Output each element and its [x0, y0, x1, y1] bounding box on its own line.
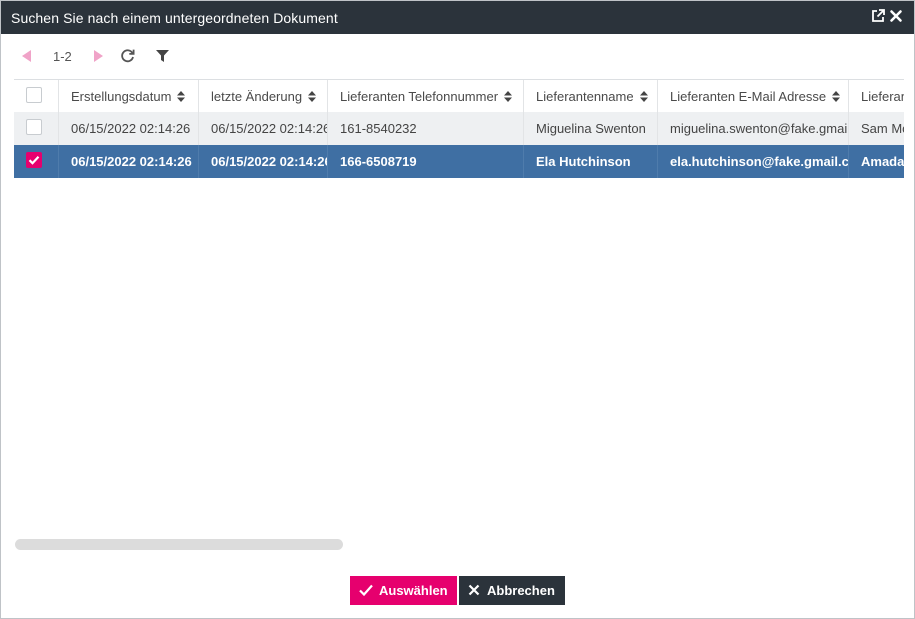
cell-supplier-email: miguelina.swenton@fake.gmail.com: [658, 112, 849, 145]
next-page-icon[interactable]: [93, 50, 103, 65]
cell-supplier-extra: Sam Mc: [861, 121, 904, 136]
select-button[interactable]: Auswählen: [350, 576, 457, 605]
sort-icon: [177, 81, 186, 113]
prev-page-icon[interactable]: [22, 50, 32, 65]
dialog-titlebar: Suchen Sie nach einem untergeordneten Do…: [1, 1, 914, 34]
cancel-button[interactable]: Abbrechen: [459, 576, 565, 605]
sort-icon: [832, 81, 841, 113]
select-button-label: Auswählen: [379, 583, 448, 598]
column-label: Lieferanten Telefonnummer: [340, 89, 499, 104]
column-label: letzte Änderung: [211, 89, 303, 104]
cell-created: 06/15/2022 02:14:26: [59, 145, 199, 178]
page-range: 1-2: [53, 49, 72, 64]
filter-icon[interactable]: [156, 50, 169, 65]
column-header-last-modified[interactable]: letzte Änderung: [199, 80, 328, 113]
cell-last-modified: 06/15/2022 02:14:26: [199, 145, 328, 178]
select-all-checkbox[interactable]: [26, 87, 42, 103]
column-header-supplier-extra[interactable]: Lieferan: [849, 80, 904, 113]
row-select-cell: [14, 145, 59, 178]
check-icon: [359, 584, 373, 599]
column-header-supplier-email[interactable]: Lieferanten E-Mail Adresse: [658, 80, 849, 113]
column-label: Lieferan: [861, 89, 904, 104]
column-header-supplier-phone[interactable]: Lieferanten Telefonnummer: [328, 80, 524, 113]
cell-supplier-phone: 161-8540232: [328, 112, 524, 145]
select-all-cell: [14, 80, 59, 113]
dialog-title: Suchen Sie nach einem untergeordneten Do…: [11, 10, 338, 26]
cell-supplier-phone: 166-6508719: [328, 145, 524, 178]
external-link-icon[interactable]: [871, 9, 885, 23]
row-checkbox-checked[interactable]: [26, 152, 42, 168]
sort-icon: [504, 81, 513, 113]
cell-supplier-extra: Amada: [861, 154, 904, 169]
sort-icon: [639, 81, 648, 113]
results-grid: Erstellungsdatum letzte Änderung Liefera…: [14, 79, 904, 534]
close-icon[interactable]: [889, 9, 903, 23]
cancel-button-label: Abbrechen: [487, 583, 555, 598]
row-select-cell: [14, 112, 59, 145]
column-header-created[interactable]: Erstellungsdatum: [59, 80, 199, 113]
child-document-search-dialog: Suchen Sie nach einem untergeordneten Do…: [0, 0, 915, 619]
horizontal-scrollbar[interactable]: [15, 539, 343, 550]
checkmark-icon: [28, 155, 40, 165]
table-header-row: Erstellungsdatum letzte Änderung Liefera…: [14, 79, 904, 114]
column-label: Erstellungsdatum: [71, 89, 172, 104]
cell-supplier-email: ela.hutchinson@fake.gmail.com: [658, 145, 849, 178]
sort-icon: [308, 81, 317, 113]
table-row[interactable]: 06/15/2022 02:14:26 06/15/2022 02:14:26 …: [14, 112, 904, 146]
grid-toolbar: 1-2: [1, 39, 914, 73]
cell-supplier-name: Miguelina Swenton: [524, 112, 658, 145]
refresh-icon[interactable]: [120, 48, 135, 66]
table-row-selected[interactable]: 06/15/2022 02:14:26 06/15/2022 02:14:26 …: [14, 145, 904, 178]
column-header-supplier-name[interactable]: Lieferantenname: [524, 80, 658, 113]
cell-last-modified: 06/15/2022 02:14:26: [199, 112, 328, 145]
close-icon: [468, 584, 480, 599]
column-label: Lieferantenname: [536, 89, 634, 104]
column-label: Lieferanten E-Mail Adresse: [670, 89, 827, 104]
row-checkbox[interactable]: [26, 119, 42, 135]
cell-supplier-name: Ela Hutchinson: [524, 145, 658, 178]
cell-created: 06/15/2022 02:14:26: [59, 112, 199, 145]
